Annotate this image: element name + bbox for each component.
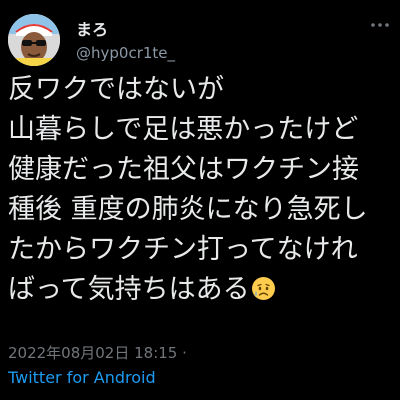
- avatar-image: [8, 14, 60, 66]
- tweet-source-link[interactable]: Twitter for Android: [8, 368, 156, 387]
- sad-but-relieved-face-icon: [251, 273, 276, 300]
- tweet-text-line: 山暮らしで足は悪かったけど: [8, 114, 359, 145]
- tweet-text: 反ワクではないが 山暮らしで足は悪かったけど 健康だった祖父はワクチン接 種後 …: [8, 70, 396, 310]
- tweet-text-line: たからワクチン打ってなけれ: [8, 234, 358, 265]
- tweet-text-line-last: ばって気持ちはある: [8, 270, 396, 310]
- tweet-timestamp[interactable]: 2022年08月02日 18:15 ·: [8, 342, 187, 363]
- tweet-text-line: 健康だった祖父はワクチン接: [8, 154, 359, 185]
- more-horizontal-icon[interactable]: [368, 13, 392, 37]
- display-name[interactable]: まろ: [76, 16, 108, 40]
- avatar[interactable]: [8, 14, 60, 66]
- user-handle[interactable]: @hyp0cr1te_: [76, 44, 175, 62]
- tweet-text-line: 反ワクではないが: [8, 74, 224, 105]
- tweet-text-line: 種後 重度の肺炎になり急死し: [8, 194, 368, 225]
- tweet-card: まろ @hyp0cr1te_ 反ワクではないが 山暮らしで足は悪かったけど 健康…: [0, 0, 400, 400]
- tweet-text-line-content: ばって気持ちはある: [8, 274, 250, 305]
